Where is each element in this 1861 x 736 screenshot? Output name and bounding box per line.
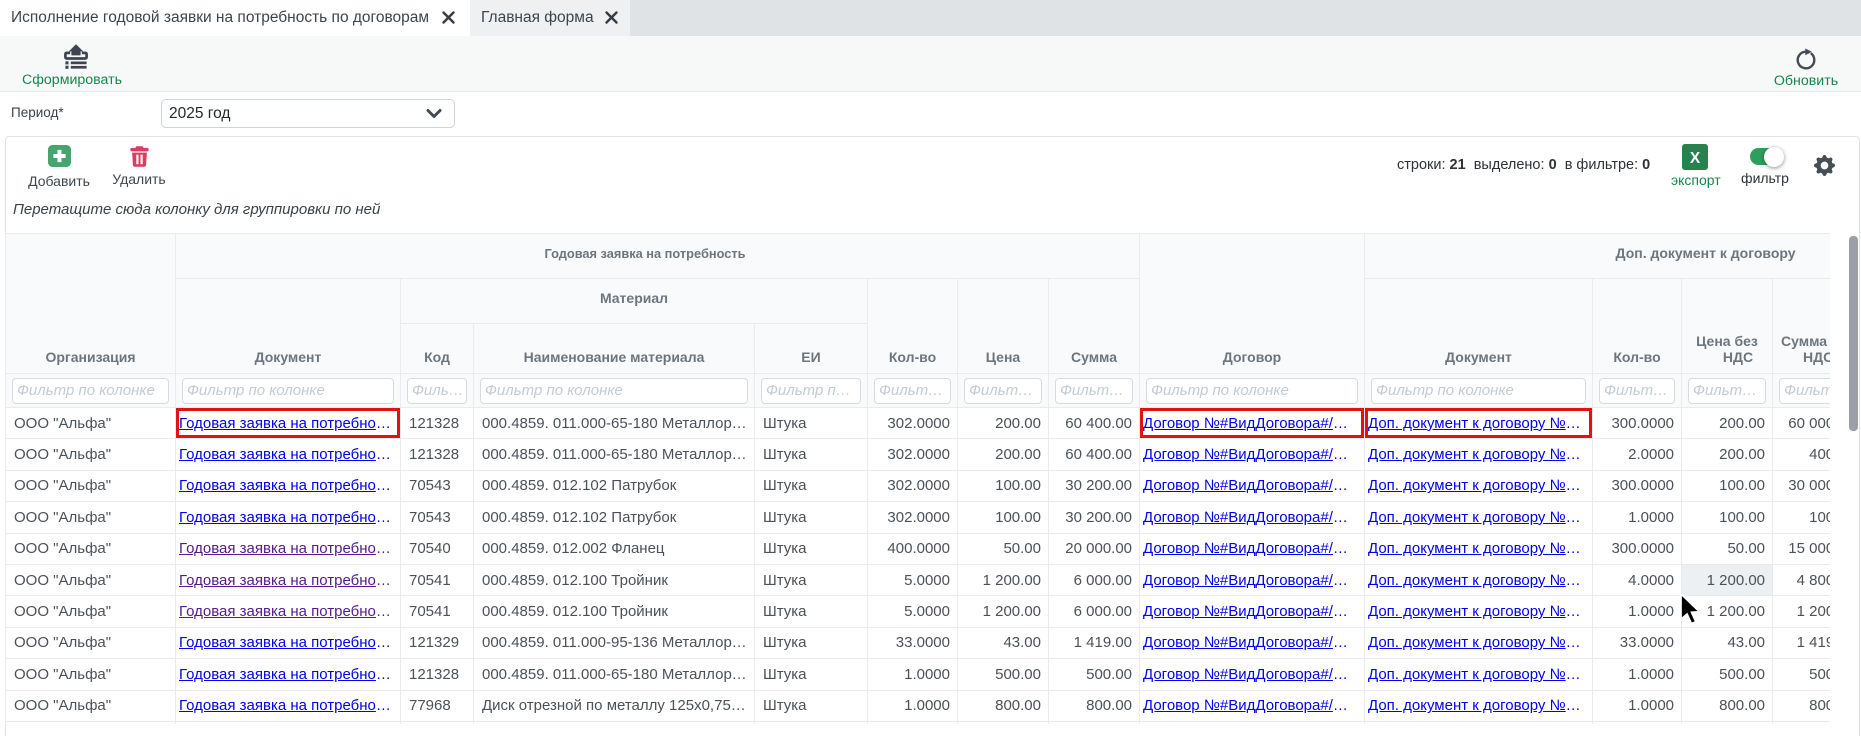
svg-text:X: X	[1690, 150, 1701, 167]
